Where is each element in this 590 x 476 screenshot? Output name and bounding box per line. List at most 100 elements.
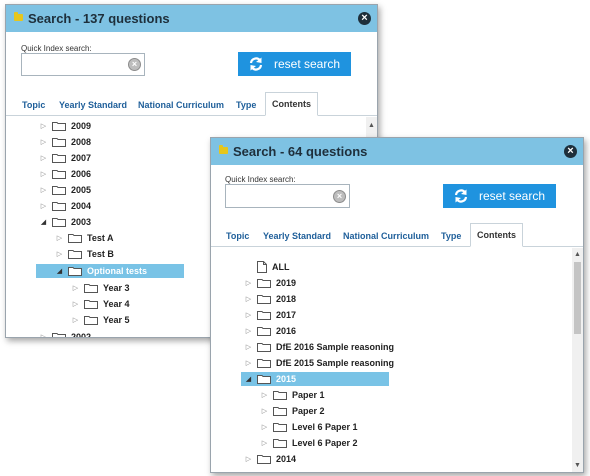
tree-node[interactable]: ▷ DfE 2016 Sample reasoning	[245, 340, 394, 354]
expand-arrow-icon[interactable]: ▷	[245, 359, 252, 367]
tree-node-label: DfE 2015 Sample reasoning	[276, 358, 395, 368]
tree-node[interactable]: ▷ Level 6 Paper 2	[261, 436, 358, 450]
tree-node[interactable]: ▷ Level 6 Paper 1	[261, 420, 358, 434]
reset-search-button[interactable]: reset search	[443, 184, 556, 208]
tab-yearly-standard[interactable]: Yearly Standard	[59, 95, 127, 115]
tab-national-curriculum[interactable]: National Curriculum	[138, 95, 224, 115]
close-icon[interactable]: ×	[564, 145, 577, 158]
scroll-up-icon[interactable]: ▲	[366, 121, 377, 130]
reset-search-button[interactable]: reset search	[238, 52, 351, 76]
expand-arrow-icon[interactable]: ▷	[72, 316, 79, 324]
tab-topic[interactable]: Topic	[226, 226, 249, 246]
tree-node-selected[interactable]: ◢ 2015	[241, 372, 389, 386]
collapse-arrow-icon[interactable]: ◢	[245, 375, 252, 383]
tab-contents[interactable]: Contents	[265, 92, 318, 116]
tree-node-label: ALL	[272, 262, 290, 272]
folder-icon	[52, 122, 66, 131]
tree-node[interactable]: ▷ 2019	[245, 276, 296, 290]
tree-node[interactable]: ▷ ALL	[245, 260, 290, 274]
expand-arrow-icon[interactable]: ▷	[261, 423, 268, 431]
tree-node[interactable]: ▷ 2002	[40, 330, 91, 337]
scroll-down-icon[interactable]: ▼	[572, 461, 583, 470]
quick-index-input[interactable]	[21, 53, 145, 76]
dialog-titlebar[interactable]: Search - 64 questions ×	[211, 138, 583, 165]
tree-node-label: 2003	[71, 217, 92, 227]
dialog-title: Search - 64 questions	[233, 144, 368, 159]
expand-arrow-icon[interactable]: ▷	[72, 284, 79, 292]
expand-arrow-icon[interactable]: ▷	[56, 250, 63, 258]
expand-arrow-icon[interactable]: ▷	[245, 279, 252, 287]
clear-icon[interactable]: ×	[128, 58, 141, 71]
tree-node[interactable]: ▷ Test A	[56, 231, 114, 245]
tree-node-label: 2009	[71, 121, 92, 131]
expand-arrow-icon[interactable]: ▷	[56, 234, 63, 242]
tree-node[interactable]: ◢ 2003	[40, 215, 91, 229]
expand-arrow-icon[interactable]: ▷	[72, 300, 79, 308]
tree-node-label: Paper 1	[292, 390, 325, 400]
expand-arrow-icon[interactable]: ▷	[40, 138, 47, 146]
tree-node[interactable]: ▷ Year 4	[72, 297, 130, 311]
folder-icon	[257, 455, 271, 464]
expand-arrow-icon[interactable]: ▷	[261, 407, 268, 415]
clear-icon[interactable]: ×	[333, 190, 346, 203]
folder-icon	[84, 284, 98, 293]
tree-node[interactable]: ▷ 2018	[245, 292, 296, 306]
folder-icon	[52, 138, 66, 147]
expand-arrow-icon[interactable]: ▷	[261, 391, 268, 399]
tree-node-label: 2006	[71, 169, 92, 179]
folder-icon	[52, 333, 66, 337]
tree-node-selected[interactable]: ◢ Optional tests	[36, 264, 184, 278]
reset-search-label: reset search	[479, 189, 546, 203]
tree-node[interactable]: ▷ 2009	[40, 119, 91, 133]
expand-arrow-icon[interactable]: ▷	[40, 333, 47, 337]
tree-node[interactable]: ▷ 2005	[40, 183, 91, 197]
tree-node[interactable]: ▷ Test B	[56, 247, 114, 261]
tree-node[interactable]: ▷ 2004	[40, 199, 91, 213]
tree-node-label: 2017	[276, 310, 297, 320]
dialog-titlebar[interactable]: Search - 137 questions ×	[6, 5, 377, 32]
expand-arrow-icon[interactable]: ▷	[245, 295, 252, 303]
tab-topic[interactable]: Topic	[22, 95, 45, 115]
tab-type[interactable]: Type	[236, 95, 256, 115]
close-icon[interactable]: ×	[358, 12, 371, 25]
quick-index-input[interactable]	[225, 184, 350, 208]
expand-arrow-icon[interactable]: ▷	[245, 343, 252, 351]
tree-node[interactable]: ▷ Paper 1	[261, 388, 325, 402]
expand-arrow-icon[interactable]: ▷	[245, 455, 252, 463]
tree-node-label: Optional tests	[87, 266, 148, 276]
expand-arrow-icon[interactable]: ▷	[261, 439, 268, 447]
expand-arrow-icon[interactable]: ▷	[40, 186, 47, 194]
expand-arrow-icon[interactable]: ▷	[40, 154, 47, 162]
collapse-arrow-icon[interactable]: ◢	[40, 218, 47, 226]
tree-node[interactable]: ▷ 2007	[40, 151, 91, 165]
tree-node-label: 2016	[276, 326, 297, 336]
tree-node-label: Paper 2	[292, 406, 325, 416]
tree-node[interactable]: ▷ Year 5	[72, 313, 130, 327]
expand-arrow-icon[interactable]: ▷	[40, 122, 47, 130]
collapse-arrow-icon[interactable]: ◢	[56, 267, 63, 275]
file-icon	[257, 261, 267, 273]
tab-national-curriculum[interactable]: National Curriculum	[343, 226, 429, 246]
expand-arrow-icon[interactable]: ▷	[245, 327, 252, 335]
tree-node-label: Test A	[87, 233, 114, 243]
tree-node[interactable]: ▷ Paper 2	[261, 404, 325, 418]
folder-icon	[68, 234, 82, 243]
expand-arrow-icon[interactable]: ▷	[245, 311, 252, 319]
tree-node-label: Year 5	[103, 315, 130, 325]
tree-node[interactable]: ▷ Year 3	[72, 281, 130, 295]
tree-node[interactable]: ▷ DfE 2015 Sample reasoning	[245, 356, 394, 370]
expand-arrow-icon[interactable]: ▷	[40, 170, 47, 178]
scroll-up-icon[interactable]: ▲	[572, 250, 583, 259]
tree-node[interactable]: ▷ 2014	[245, 452, 296, 466]
tree-scrollbar[interactable]: ▲ ▼	[572, 248, 583, 472]
tree-node-label: 2008	[71, 137, 92, 147]
tree-node[interactable]: ▷ 2016	[245, 324, 296, 338]
expand-arrow-icon[interactable]: ▷	[40, 202, 47, 210]
tab-yearly-standard[interactable]: Yearly Standard	[263, 226, 331, 246]
tree-node[interactable]: ▷ 2006	[40, 167, 91, 181]
tree-node[interactable]: ▷ 2017	[245, 308, 296, 322]
tab-type[interactable]: Type	[441, 226, 461, 246]
scrollbar-thumb[interactable]	[574, 262, 581, 334]
tab-contents[interactable]: Contents	[470, 223, 523, 247]
tree-node[interactable]: ▷ 2008	[40, 135, 91, 149]
